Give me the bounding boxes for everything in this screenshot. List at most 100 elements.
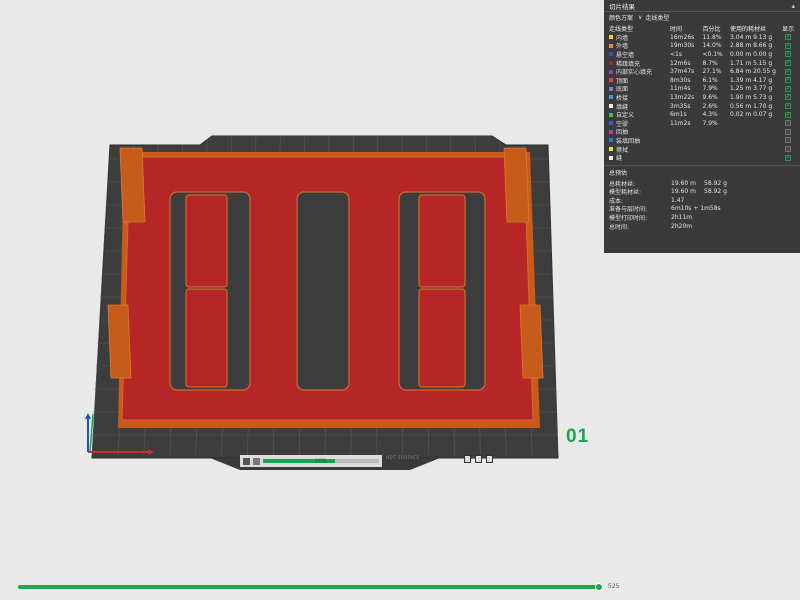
estimate-row: 模型打印时间: 2h11m xyxy=(609,213,795,222)
row-percent: 14.0% xyxy=(702,42,722,50)
lock-plate-icon[interactable] xyxy=(486,455,493,463)
show-checkbox[interactable] xyxy=(785,120,792,127)
row-time: 11m2s xyxy=(670,119,691,127)
table-row: 内部实心填充 37m47s 27.1% 6.84 m 20.55 g ✓ xyxy=(609,67,795,76)
color-swatch xyxy=(609,43,613,48)
show-checkbox[interactable]: ✓ xyxy=(785,94,792,101)
show-checkbox[interactable] xyxy=(785,128,792,135)
table-row: 顶面 8m30s 6.1% 1.39 m 4.17 g ✓ xyxy=(609,76,795,85)
estimate-row: 成本: 1.47 xyxy=(609,196,795,205)
row-percent: 2.6% xyxy=(702,102,718,110)
chevron-up-icon[interactable]: ▴ xyxy=(791,2,795,10)
color-swatch xyxy=(609,155,613,160)
show-checkbox[interactable] xyxy=(785,146,792,153)
color-swatch xyxy=(609,52,613,57)
estimate-row: 总耗材丝: 19.60 m 58.92 g xyxy=(609,179,795,188)
estimate-title: 总预估 xyxy=(609,169,628,177)
table-row: 稀疏填充 12m6s 8.7% 1.71 m 5.15 g ✓ xyxy=(609,59,795,68)
row-percent: 4.3% xyxy=(702,111,718,119)
orient-icon[interactable] xyxy=(253,457,260,465)
show-checkbox[interactable]: ✓ xyxy=(785,111,792,118)
color-swatch xyxy=(609,86,613,91)
table-row: 悬空墙 <1s <0.1% 0.00 m 0.00 g ✓ xyxy=(609,50,795,59)
table-row: 桥接 13m22s 9.6% 1.90 m 5.73 g ✓ xyxy=(609,93,795,102)
estimate-value: 2h20m xyxy=(671,222,693,230)
row-time: 13m22s xyxy=(670,93,695,101)
feature-table: 走线类型 时间 百分比 使用的耗材丝 显示 内墙 16m26s 11.8% 3.04 … xyxy=(604,23,800,162)
row-time: 12m6s xyxy=(670,59,691,67)
row-used: 1.90 m 5.73 g xyxy=(730,93,773,101)
row-time: <1s xyxy=(670,50,682,58)
row-used: 0.56 m 1.70 g xyxy=(730,102,773,110)
table-row: 自定义 6m1s 4.3% 0.02 m 0.07 g ✓ xyxy=(609,110,795,119)
feature-rows: 内墙 16m26s 11.8% 3.04 m 9.13 g ✓ 外墙 19m30s 14.0%… xyxy=(609,33,795,162)
color-scheme-select[interactable]: ∨ 走线类型 xyxy=(638,13,669,22)
show-checkbox[interactable]: ✓ xyxy=(785,154,792,161)
plate-actions xyxy=(464,455,493,463)
plate-number[interactable]: 01 xyxy=(566,426,589,448)
hot-surface-mark: HOT SURFACE xyxy=(386,455,420,460)
row-used: 0.00 m 0.00 g xyxy=(730,50,773,58)
estimate-value-2: 58.92 g xyxy=(704,179,727,187)
show-checkbox[interactable]: ✓ xyxy=(785,103,792,110)
table-row: 装填回抽 xyxy=(609,136,795,145)
show-checkbox[interactable]: ✓ xyxy=(785,68,792,75)
estimate-value: 19.60 m xyxy=(671,179,696,187)
show-checkbox[interactable]: ✓ xyxy=(785,77,792,84)
table-row: 外墙 19m30s 14.0% 2.88 m 8.66 g ✓ xyxy=(609,42,795,50)
estimate-value: 19.60 m xyxy=(671,188,696,196)
show-checkbox[interactable]: ✓ xyxy=(785,85,792,92)
row-used: 2.88 m 8.66 g xyxy=(730,42,773,50)
table-row: 底面 11m4s 7.9% 1.25 m 3.77 g ✓ xyxy=(609,85,795,93)
color-swatch xyxy=(609,138,613,143)
show-checkbox[interactable]: ✓ xyxy=(785,60,792,67)
slice-results-panel: 切片结果 ▴ 颜色方案 ∨ 走线类型 走线类型 时间 百分比 使用的耗材丝 显示… xyxy=(604,0,800,253)
header-type: 走线类型 xyxy=(609,25,634,33)
row-time: 19m30s xyxy=(670,42,695,50)
arrange-icon[interactable] xyxy=(243,457,250,465)
layer-slider[interactable] xyxy=(18,583,604,591)
row-time: 6m1s xyxy=(670,111,687,119)
row-percent: 11.8% xyxy=(702,33,722,41)
show-checkbox[interactable] xyxy=(785,137,792,144)
estimate-value: 2h11m xyxy=(671,214,693,222)
show-checkbox[interactable]: ✓ xyxy=(785,51,792,58)
row-percent: 27.1% xyxy=(702,68,722,76)
row-used: 1.71 m 5.15 g xyxy=(730,59,773,67)
estimate-row: 模型耗材丝: 19.60 m 58.92 g xyxy=(609,188,795,196)
color-swatch xyxy=(609,147,613,152)
layer-value: 525 xyxy=(608,583,620,590)
estimate-row: 准备与层时间: 6m10s + 1m58s xyxy=(609,205,795,213)
layer-slider-fill xyxy=(18,585,600,589)
color-swatch xyxy=(609,104,613,109)
show-checkbox[interactable]: ✓ xyxy=(785,34,792,41)
row-time: 8m30s xyxy=(670,76,691,84)
row-percent: 7.9% xyxy=(702,119,718,127)
row-used: 1.25 m 3.77 g xyxy=(730,85,773,93)
row-used: 3.04 m 9.13 g xyxy=(730,33,773,41)
row-time: 37m47s xyxy=(670,68,695,76)
show-checkbox[interactable]: ✓ xyxy=(785,42,792,49)
color-swatch xyxy=(609,112,613,117)
color-swatch xyxy=(609,121,613,126)
header-percent: 百分比 xyxy=(702,25,721,33)
color-swatch xyxy=(609,78,613,83)
table-row: 内墙 16m26s 11.8% 3.04 m 9.13 g ✓ xyxy=(609,33,795,42)
color-swatch xyxy=(609,35,613,40)
color-swatch xyxy=(609,129,613,134)
row-used: 0.02 m 0.07 g xyxy=(730,111,773,119)
table-row: 空驶 11m2s 7.9% xyxy=(609,119,795,128)
header-time: 时间 xyxy=(670,25,683,33)
row-time: 11m4s xyxy=(670,85,691,93)
row-percent: 7.9% xyxy=(702,85,718,93)
plate-settings-icon[interactable] xyxy=(475,455,482,463)
row-percent: 6.1% xyxy=(702,76,718,84)
slice-progress-text: 100% xyxy=(315,458,327,463)
table-row: 擦拭 xyxy=(609,145,795,154)
row-type-label: 缝 xyxy=(616,155,623,163)
panel-title: 切片结果 xyxy=(609,2,635,11)
color-scheme-label: 颜色方案 xyxy=(609,15,634,22)
delete-plate-icon[interactable] xyxy=(464,455,471,463)
slice-progress: 100% xyxy=(263,458,379,463)
color-swatch xyxy=(609,61,613,66)
